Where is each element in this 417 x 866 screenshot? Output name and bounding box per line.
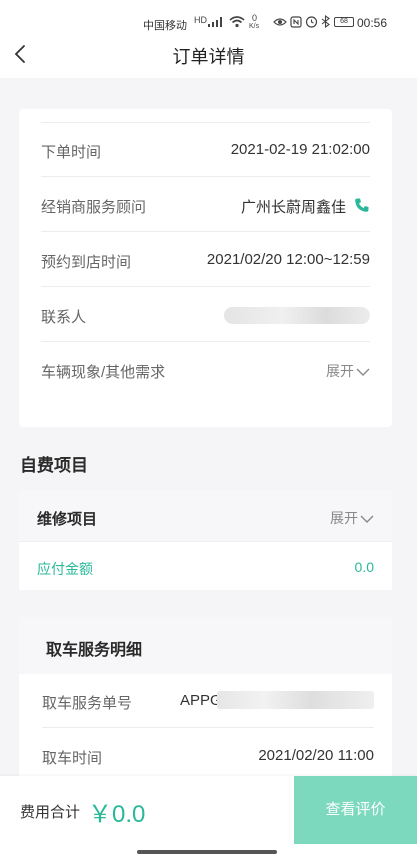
nfc-icon (290, 16, 302, 28)
service-advisor-row: 经销商服务顾问 广州长蔚周鑫佳 (41, 178, 370, 232)
chevron-down-icon (356, 368, 370, 377)
status-bar: 中国移动 HD 0 K/s 68 00:56 (0, 0, 417, 34)
order-info-card: 下单时间 2021-02-19 21:02:00 经销商服务顾问 广州长蔚周鑫佳… (19, 109, 392, 427)
service-advisor-value: 广州长蔚周鑫佳 (240, 199, 346, 216)
payable-amount-value: 0.0 (354, 559, 374, 575)
wifi-icon (229, 16, 245, 28)
chevron-down-icon (360, 515, 374, 524)
expand-label: 展开 (326, 363, 354, 379)
contact-row: 联系人 (41, 288, 370, 342)
pickup-time-label: 取车时间 (42, 750, 103, 767)
appointment-time-row: 预约到店时间 2021/02/20 12:00~12:59 (41, 233, 370, 287)
view-review-button[interactable]: 查看评价 (294, 776, 417, 844)
vehicle-needs-label: 车辆现象/其他需求 (41, 364, 166, 381)
bluetooth-icon (321, 15, 330, 28)
expand-toggle[interactable]: 展开 (326, 361, 370, 381)
pickup-service-title: 取车服务明细 (46, 642, 143, 659)
pickup-order-no-value: APPG (180, 692, 222, 709)
repair-expand-toggle[interactable]: 展开 (330, 508, 374, 528)
pickup-service-header: 取车服务明细 (19, 617, 392, 674)
eye-icon (273, 18, 287, 26)
order-time-value: 2021-02-19 21:02:00 (230, 141, 370, 158)
pickup-time-row: 取车时间 2021/02/20 11:00 (42, 729, 374, 783)
order-time-row: 下单时间 2021-02-19 21:02:00 (41, 123, 370, 177)
pickup-order-no-row: 取车服务单号 APPG (42, 674, 374, 728)
order-time-label: 下单时间 (41, 144, 102, 161)
bottom-action-bar: 费用合计 ￥0.0 查看评价 (0, 776, 417, 844)
repair-items-label: 维修项目 (37, 511, 98, 528)
redacted-order-no (217, 691, 374, 709)
battery-icon: 68 (334, 17, 354, 27)
network-badge: HD (194, 15, 207, 25)
speed-value: 0 (252, 13, 258, 23)
nav-header: 订单详情 (0, 34, 417, 78)
redacted-contact (224, 307, 370, 324)
pickup-service-card: 取车服务明细 取车服务单号 APPG 取车时间 2021/02/20 11:00 (19, 617, 392, 787)
cellular-signal-icon (208, 17, 222, 27)
payable-amount-row: 应付金额 0.0 (19, 541, 392, 590)
appointment-time-label: 预约到店时间 (41, 254, 132, 271)
repair-items-header[interactable]: 维修项目 展开 (19, 490, 392, 541)
service-advisor-label: 经销商服务顾问 (41, 199, 147, 216)
self-pay-section-title: 自费项目 (20, 456, 88, 475)
page-title: 订单详情 (172, 47, 245, 67)
alarm-icon (305, 16, 318, 28)
gesture-nav-area (0, 844, 417, 866)
pickup-time-value: 2021/02/20 11:00 (258, 747, 374, 764)
contact-label: 联系人 (41, 309, 87, 326)
speed-unit: K/s (249, 23, 260, 30)
vehicle-needs-row[interactable]: 车辆现象/其他需求 展开 (41, 343, 370, 397)
battery-level: 68 (340, 18, 348, 25)
payable-amount-label: 应付金额 (37, 561, 93, 577)
total-cost-label: 费用合计 (20, 804, 81, 821)
self-pay-card: 维修项目 展开 应付金额 0.0 (19, 490, 392, 590)
pickup-order-no-label: 取车服务单号 (42, 695, 133, 712)
total-cost-value: ￥0.0 (88, 801, 146, 828)
carrier-name: 中国移动 (143, 20, 187, 32)
phone-icon[interactable] (354, 197, 370, 213)
repair-expand-label: 展开 (330, 510, 358, 526)
clock: 00:56 (357, 16, 388, 30)
home-indicator[interactable] (137, 850, 277, 854)
appointment-time-value: 2021/02/20 12:00~12:59 (206, 251, 370, 268)
